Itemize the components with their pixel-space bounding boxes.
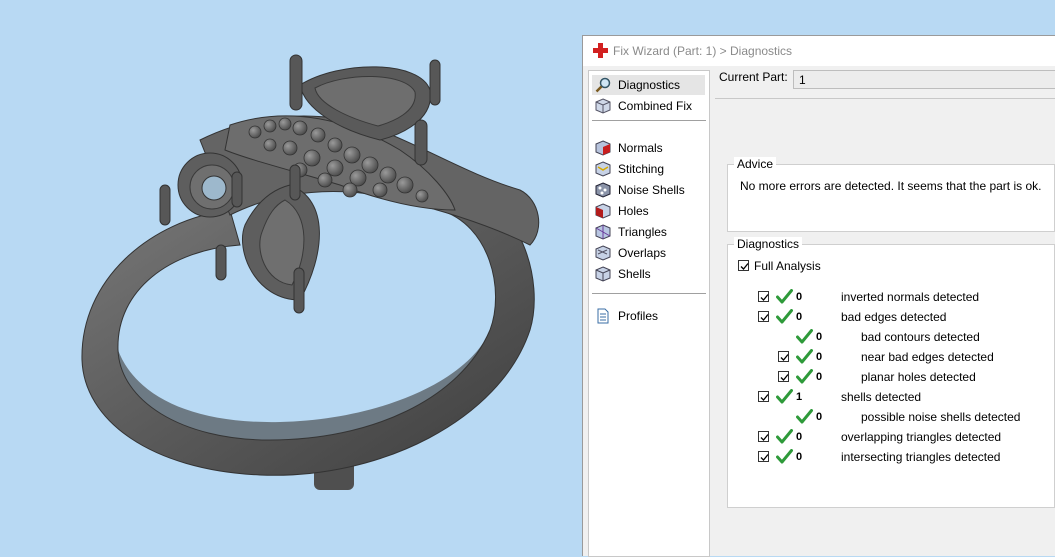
- advice-title: Advice: [734, 157, 777, 171]
- row-count: 0: [816, 411, 823, 423]
- sidebar-item-normals[interactable]: Normals: [592, 138, 705, 158]
- row-count: 0: [796, 431, 803, 443]
- row-checkbox[interactable]: [778, 351, 789, 362]
- row-checkbox[interactable]: [758, 311, 769, 322]
- green-check-icon: [776, 429, 793, 444]
- current-part-label: Current Part:: [719, 70, 788, 84]
- sidebar-item-profiles[interactable]: Profiles: [592, 306, 705, 326]
- red-cross-icon: [593, 43, 608, 58]
- green-check-icon: [796, 369, 813, 384]
- row-count: 0: [796, 291, 803, 303]
- row-label: inverted normals detected: [841, 290, 980, 304]
- sidebar-item-shells[interactable]: Shells: [592, 264, 705, 284]
- row-checkbox[interactable]: [758, 451, 769, 462]
- row-label: overlapping triangles detected: [841, 430, 1002, 444]
- checkmark-icon: [740, 263, 749, 270]
- checkmark-icon: [760, 454, 769, 461]
- row-checkbox[interactable]: [758, 291, 769, 302]
- header-divider: [715, 98, 1055, 99]
- stitching-cube-icon: [595, 161, 611, 177]
- sidebar-item-label: Normals: [618, 141, 663, 155]
- green-check-icon: [776, 389, 793, 404]
- row-checkbox[interactable]: [758, 391, 769, 402]
- holes-cube-icon: [595, 203, 611, 219]
- noise-shells-icon: [595, 182, 611, 198]
- checkmark-icon: [760, 394, 769, 401]
- row-label: planar holes detected: [861, 370, 976, 384]
- sidebar-item-label: Overlaps: [618, 246, 667, 260]
- row-label: bad contours detected: [861, 330, 980, 344]
- sidebar-item-label: Noise Shells: [618, 183, 685, 197]
- advice-text: No more errors are detected. It seems th…: [740, 179, 1042, 193]
- checkmark-icon: [780, 374, 789, 381]
- row-label: near bad edges detected: [861, 350, 994, 364]
- checkmark-icon: [780, 354, 789, 361]
- checkmark-icon: [760, 314, 769, 321]
- sidebar-item-stitching[interactable]: Stitching: [592, 159, 705, 179]
- sidebar-item-label: Profiles: [618, 309, 659, 323]
- sidebar-item-label: Combined Fix: [618, 99, 693, 113]
- row-checkbox[interactable]: [758, 431, 769, 442]
- full-analysis-checkbox[interactable]: [738, 260, 749, 271]
- sidebar-item-label: Triangles: [618, 225, 667, 239]
- 3d-viewport[interactable]: [0, 0, 583, 556]
- sidebar-item-label: Holes: [618, 204, 649, 218]
- row-count: 0: [816, 371, 823, 383]
- title-bar: Fix Wizard (Part: 1) > Diagnostics: [583, 36, 1055, 66]
- checkmark-icon: [760, 434, 769, 441]
- green-check-icon: [776, 289, 793, 304]
- sidebar-item-diagnostics[interactable]: Diagnostics: [592, 75, 705, 95]
- green-check-icon: [776, 309, 793, 324]
- sidebar-item-label: Diagnostics: [618, 78, 681, 92]
- sidebar-item-triangles[interactable]: Triangles: [592, 222, 705, 242]
- row-count: 0: [816, 331, 823, 343]
- document-icon: [597, 308, 609, 324]
- row-label: possible noise shells detected: [861, 410, 1021, 424]
- row-count: 0: [796, 311, 803, 323]
- row-label: bad edges detected: [841, 310, 947, 324]
- row-count: 0: [816, 351, 823, 363]
- green-check-icon: [796, 329, 813, 344]
- green-check-icon: [796, 409, 813, 424]
- magnifier-icon: [595, 77, 611, 93]
- overlaps-cube-icon: [595, 245, 611, 261]
- row-label: intersecting triangles detected: [841, 450, 1001, 464]
- sidebar-item-overlaps[interactable]: Overlaps: [592, 243, 705, 263]
- wizard-main-panel: Current Part: 1 Advice No more errors ar…: [715, 70, 1055, 556]
- sidebar-item-noise-shells[interactable]: Noise Shells: [592, 180, 705, 200]
- sidebar-item-combined-fix[interactable]: Combined Fix: [592, 96, 705, 116]
- sidebar-divider: [592, 293, 706, 294]
- checkmark-icon: [760, 294, 769, 301]
- sidebar-item-label: Shells: [618, 267, 651, 281]
- cube-icon: [595, 98, 611, 114]
- advice-group: Advice No more errors are detected. It s…: [727, 157, 1055, 232]
- sidebar-item-label: Stitching: [618, 162, 665, 176]
- row-count: 0: [796, 451, 803, 463]
- row-checkbox[interactable]: [778, 371, 789, 382]
- row-count: 1: [796, 391, 803, 403]
- shells-cube-icon: [595, 266, 611, 282]
- normals-cube-icon: [595, 140, 611, 156]
- sidebar-divider: [592, 120, 706, 121]
- sidebar-item-holes[interactable]: Holes: [592, 201, 705, 221]
- window-title: Fix Wizard (Part: 1) > Diagnostics: [613, 44, 793, 58]
- fix-wizard-window: Fix Wizard (Part: 1) > Diagnostics Diagn…: [582, 35, 1055, 557]
- diagnostics-group: Diagnostics Full Analysis 0 inverted norm…: [727, 237, 1055, 508]
- triangles-cube-icon: [595, 224, 611, 240]
- green-check-icon: [776, 449, 793, 464]
- diagnostics-title: Diagnostics: [734, 237, 803, 251]
- wizard-sidebar: Diagnostics Combined Fix Normals Stitchi…: [588, 70, 710, 557]
- row-label: shells detected: [841, 390, 922, 404]
- ring-model: [81, 54, 540, 490]
- green-check-icon: [796, 349, 813, 364]
- current-part-field[interactable]: 1: [793, 70, 1055, 89]
- full-analysis-label: Full Analysis: [754, 259, 821, 273]
